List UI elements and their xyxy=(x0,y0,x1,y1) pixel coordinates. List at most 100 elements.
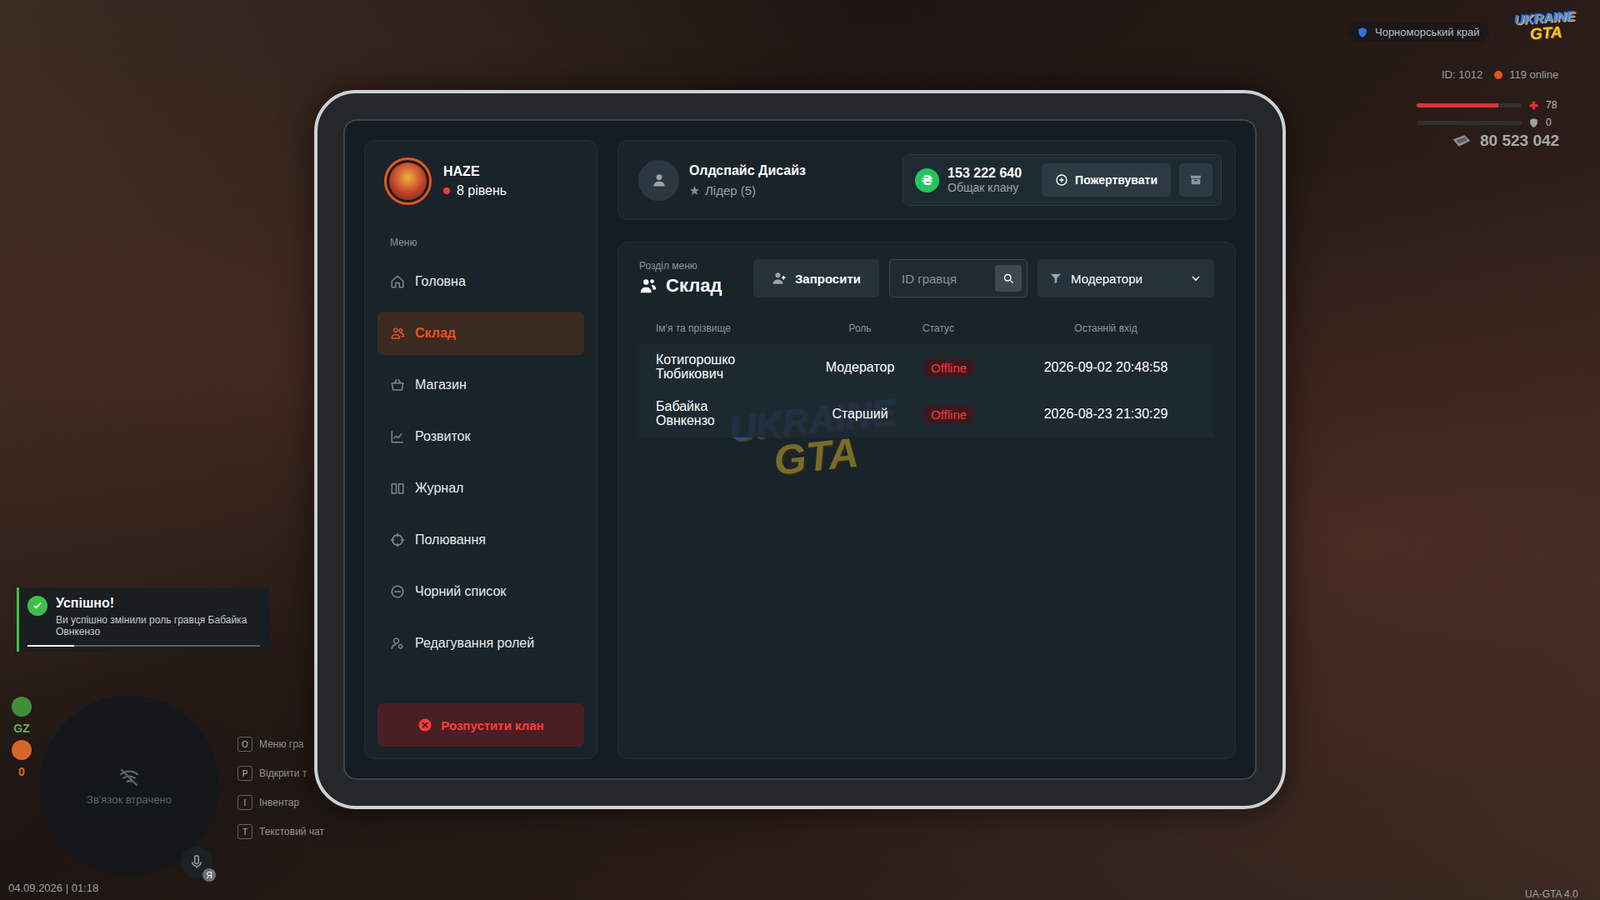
key-cap: I xyxy=(237,795,253,810)
book-icon xyxy=(390,480,405,496)
online-dot xyxy=(1494,70,1503,80)
clan-avatar xyxy=(384,157,432,205)
member-name: Бабайка Овнкензо xyxy=(655,400,755,429)
sidebar-item[interactable]: Склад xyxy=(377,311,585,355)
online-count: 119 online xyxy=(1509,68,1559,81)
star-icon xyxy=(689,185,700,196)
blocked-icon xyxy=(390,584,405,600)
status-badge: Offline xyxy=(922,358,975,378)
menu-heading: Меню xyxy=(390,236,585,249)
search-icon xyxy=(1002,272,1015,285)
wanted-level: 0 xyxy=(18,765,25,779)
key-cap: P xyxy=(237,765,253,781)
member-role: Модератор xyxy=(797,360,923,375)
storage-button[interactable] xyxy=(1179,163,1213,197)
game-version: UA-GTA 4.0 xyxy=(1525,888,1579,900)
basket-icon xyxy=(390,377,405,393)
members-table: Ім'я та прізвищеРольСтатусОстанній вхідU… xyxy=(639,322,1215,438)
sidebar-menu: Головна Склад Магазин Розвиток Журнал Полюван… xyxy=(377,260,585,665)
sidebar-item[interactable]: Журнал xyxy=(377,466,585,510)
members-panel: Розділ меню Склад Запросити ID гравця Модера… xyxy=(617,241,1236,760)
search-button[interactable] xyxy=(995,265,1022,292)
home-icon xyxy=(390,274,405,290)
location-badge: Чорноморський край xyxy=(1346,22,1490,42)
user-gear-icon xyxy=(390,635,405,651)
last-login: 2026-08-23 21:30:29 xyxy=(1014,406,1198,422)
clan-level: 8 рівень xyxy=(443,183,507,199)
chart-icon xyxy=(390,429,405,445)
check-icon xyxy=(27,595,48,616)
leader-name: Олдспайс Дисайз xyxy=(689,163,806,179)
leader-rank: Лідер (5) xyxy=(689,183,806,198)
sidebar-item[interactable]: Головна xyxy=(377,260,585,304)
plus-circle-icon xyxy=(1055,173,1069,187)
hotkey-item: OМеню гра xyxy=(237,736,325,752)
key-cap: O xyxy=(237,736,253,752)
user-icon xyxy=(638,160,680,201)
member-role: Старший xyxy=(797,406,923,422)
disband-button[interactable]: Розпустити клан xyxy=(377,703,585,747)
column-header: Статус xyxy=(922,322,1015,335)
cash-icon xyxy=(1451,133,1472,149)
column-header: Роль xyxy=(797,322,923,335)
member-name: Котигорошко Тюбикович xyxy=(655,353,755,382)
no-signal-icon xyxy=(118,766,140,789)
sidebar-item[interactable]: Редагування ролей xyxy=(377,621,585,665)
clan-tablet: HAZE 8 рівень Меню Головна Склад Магазин Розви… xyxy=(314,90,1286,810)
crosshair-icon xyxy=(390,532,405,548)
leader-card: Олдспайс ДисайзЛідер (5)₴153 222 640Обща… xyxy=(617,140,1236,220)
voice-mic[interactable]: Я xyxy=(180,846,213,879)
health-bar: 78 xyxy=(1416,99,1557,111)
health-icon xyxy=(1528,100,1540,111)
zone-label: GZ xyxy=(13,721,30,735)
content-area: Олдспайс ДисайзЛідер (5)₴153 222 640Обща… xyxy=(617,140,1236,760)
section-caption: Розділ меню xyxy=(639,260,744,272)
tablet-screen: HAZE 8 рівень Меню Головна Склад Магазин Розви… xyxy=(343,119,1257,780)
zone-icon xyxy=(11,696,32,717)
armor-icon xyxy=(1528,117,1540,129)
table-row[interactable]: Котигорошко Тюбикович МодераторOffline 202… xyxy=(639,344,1215,391)
notification-timer xyxy=(27,645,260,647)
hotkey-item: PВідкрити т xyxy=(237,765,325,781)
notification-message: Ви успішно змінили роль гравця Бабайка О… xyxy=(55,614,260,639)
table-row[interactable]: Бабайка ОвнкензоСтаршийOffline2026-08-23… xyxy=(639,390,1215,438)
donate-button[interactable]: Пожертвувати xyxy=(1041,163,1171,197)
wanted-icon xyxy=(11,740,32,760)
column-header: Ім'я та прізвище xyxy=(655,322,798,335)
section-title: Склад xyxy=(639,275,744,297)
player-info: ID: 1012 119 online xyxy=(1441,68,1559,81)
armor-bar: 0 xyxy=(1416,116,1552,129)
toolbar: Розділ меню Склад Запросити ID гравця Модера… xyxy=(639,259,1215,298)
sidebar: HAZE 8 рівень Меню Головна Склад Магазин Розви… xyxy=(364,140,598,760)
hotkey-item: IІнвентар xyxy=(237,795,325,810)
notification-title: Успішно! xyxy=(55,595,260,611)
user-plus-icon xyxy=(771,270,787,286)
player-id: ID: 1012 xyxy=(1441,68,1483,81)
success-notification: Успішно! Ви успішно змінили роль гравця Б… xyxy=(16,587,270,652)
sidebar-item[interactable]: Чорний список xyxy=(377,570,585,614)
people-icon xyxy=(390,325,405,341)
currency-icon: ₴ xyxy=(915,168,940,193)
role-filter-dropdown[interactable]: Модератори xyxy=(1037,259,1215,298)
last-login: 2026-09-02 20:48:58 xyxy=(1014,360,1198,375)
player-id-search[interactable]: ID гравця xyxy=(889,259,1028,298)
microphone-icon xyxy=(189,855,205,870)
table-header: Ім'я та прізвищеРольСтатусОстанній вхід xyxy=(639,322,1215,345)
sidebar-item[interactable]: Магазин xyxy=(377,363,585,407)
sidebar-item[interactable]: Розвиток xyxy=(377,415,585,459)
treasury-amount: 153 222 640 xyxy=(947,165,1022,181)
hotkey-item: TТекстовий чат xyxy=(237,824,325,840)
clan-name: HAZE xyxy=(443,164,507,180)
clan-profile: HAZE 8 рівень xyxy=(377,157,585,205)
box-icon xyxy=(1189,173,1203,187)
key-cap: T xyxy=(237,824,253,840)
date-time: 04.09.2026 | 01:18 xyxy=(8,881,99,895)
invite-button[interactable]: Запросити xyxy=(753,259,880,298)
game-screen: Чорноморський край UKRAINEGTA ID: 1012 119 … xyxy=(0,0,1600,900)
search-placeholder: ID гравця xyxy=(901,271,957,286)
sidebar-item[interactable]: Полювання xyxy=(377,518,585,562)
people-icon xyxy=(639,276,658,295)
hotkey-list: OМеню гра PВідкрити т IІнвентар TТекстовий … xyxy=(237,736,325,840)
shield-icon xyxy=(1356,26,1369,39)
game-logo: UKRAINEGTA xyxy=(1514,10,1577,44)
